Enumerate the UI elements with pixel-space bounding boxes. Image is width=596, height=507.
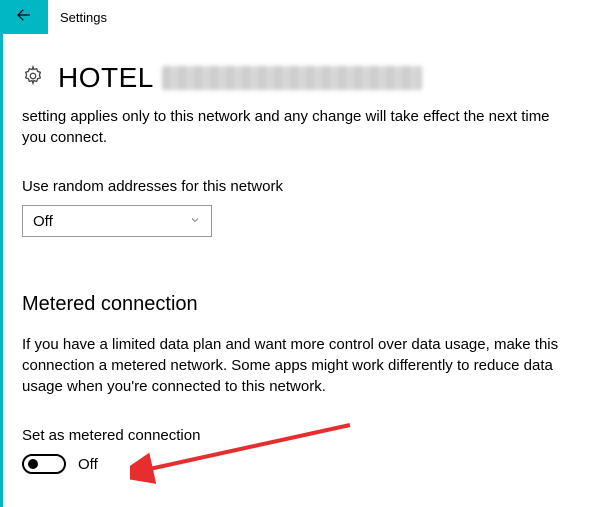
header-bar: Settings — [0, 0, 596, 34]
header-title: Settings — [60, 10, 107, 25]
network-name: HOTEL — [58, 62, 154, 94]
random-addresses-value: Off — [33, 213, 53, 230]
toggle-knob — [28, 459, 38, 469]
metered-toggle-label: Set as metered connection — [22, 425, 576, 446]
metered-toggle[interactable] — [22, 454, 66, 474]
random-addresses-dropdown[interactable]: Off — [22, 205, 212, 237]
left-accent-bar — [0, 0, 3, 507]
random-addresses-label: Use random addresses for this network — [22, 176, 576, 197]
chevron-down-icon — [189, 213, 201, 230]
network-title-row: HOTEL — [22, 62, 576, 94]
metered-toggle-state: Off — [78, 456, 98, 473]
network-name-redacted — [162, 66, 422, 90]
back-button[interactable] — [0, 0, 48, 34]
gear-icon — [22, 65, 44, 91]
network-description: setting applies only to this network and… — [22, 106, 576, 148]
metered-description: If you have a limited data plan and want… — [22, 334, 576, 397]
back-arrow-icon — [15, 6, 33, 28]
metered-heading: Metered connection — [22, 293, 576, 316]
